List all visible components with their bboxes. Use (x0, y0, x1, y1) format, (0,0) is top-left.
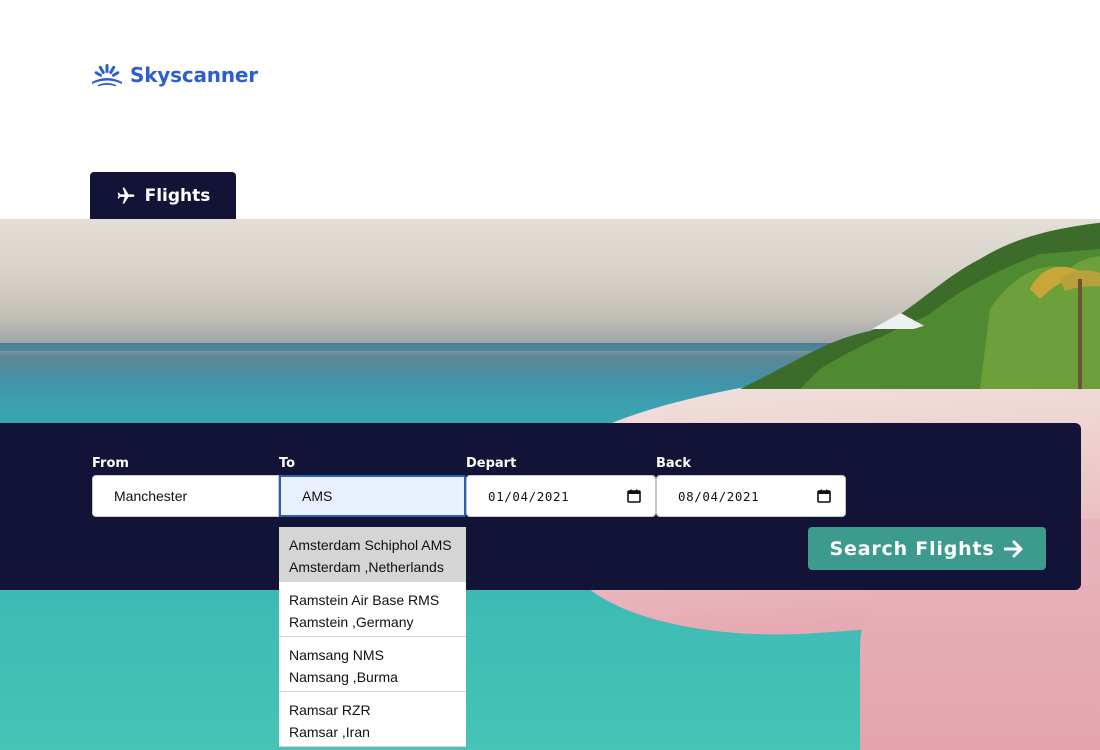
suggestion-location: Ramsar ,Iran (289, 724, 370, 740)
back-date-input[interactable]: 08/04/2021 (656, 475, 846, 517)
back-label: Back (656, 456, 692, 471)
calendar-icon[interactable] (627, 489, 641, 503)
depart-value: 01/04/2021 (488, 488, 570, 504)
suggestion-item[interactable]: Ramstein Air Base RMS Ramstein ,Germany (279, 582, 466, 637)
to-suggestions-dropdown: Amsterdam Schiphol AMS Amsterdam ,Nether… (279, 527, 466, 747)
from-value: Manchester (114, 488, 188, 504)
depart-date-input[interactable]: 01/04/2021 (466, 475, 656, 517)
suggestion-airport: Namsang NMS (289, 647, 384, 663)
calendar-icon[interactable] (817, 489, 831, 503)
to-input[interactable]: AMS (279, 475, 466, 517)
suggestion-item[interactable]: Ramsar RZR Ramsar ,Iran (279, 692, 466, 747)
suggestion-location: Amsterdam ,Netherlands (289, 559, 444, 575)
sunrise-logo-icon (92, 64, 122, 87)
palm-trees (740, 222, 1100, 389)
from-label: From (92, 456, 129, 471)
to-value: AMS (302, 488, 333, 504)
suggestion-airport: Ramsar RZR (289, 702, 371, 718)
suggestion-airport: Amsterdam Schiphol AMS (289, 537, 452, 553)
suggestion-location: Ramstein ,Germany (289, 614, 414, 630)
tab-flights-label: Flights (144, 185, 211, 206)
arrow-right-icon (1004, 540, 1023, 557)
from-input[interactable]: Manchester (92, 475, 279, 517)
back-value: 08/04/2021 (678, 488, 760, 504)
site-header: Skyscanner Flights (0, 0, 1100, 219)
to-label: To (279, 456, 296, 471)
suggestion-item[interactable]: Amsterdam Schiphol AMS Amsterdam ,Nether… (279, 527, 466, 582)
search-flights-label: Search Flights (829, 537, 995, 560)
skyscanner-logo[interactable]: Skyscanner (90, 62, 258, 88)
brand-name: Skyscanner (130, 63, 258, 87)
airplane-icon (117, 187, 134, 203)
tab-flights[interactable]: Flights (90, 172, 236, 219)
suggestion-item[interactable]: Namsang NMS Namsang ,Burma (279, 637, 466, 692)
depart-label: Depart (466, 456, 517, 471)
search-flights-button[interactable]: Search Flights (808, 527, 1046, 570)
suggestion-location: Namsang ,Burma (289, 669, 398, 685)
suggestion-airport: Ramstein Air Base RMS (289, 592, 440, 608)
